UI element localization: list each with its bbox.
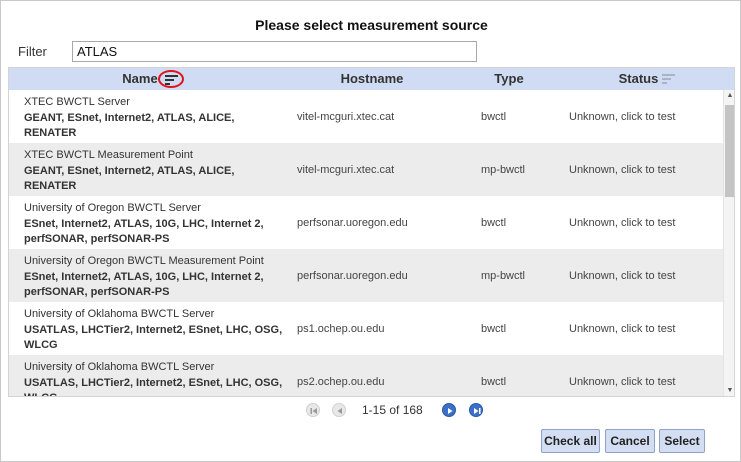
check-all-button[interactable]: Check all: [541, 429, 600, 453]
grid-rows: XTEC BWCTL Server GEANT, ESnet, Internet…: [9, 90, 723, 396]
grid-header: Name Hostname Type Status: [9, 68, 734, 90]
filter-label: Filter: [18, 44, 47, 59]
row-type: bwctl: [481, 376, 507, 388]
row-hostname: vitel-mcguri.xtec.cat: [297, 111, 395, 123]
table-row[interactable]: XTEC BWCTL Server GEANT, ESnet, Internet…: [9, 90, 723, 143]
page-info: 1-15 of 168: [362, 403, 423, 417]
row-name: University of Oregon BWCTL Measurement P…: [24, 255, 264, 267]
column-header-status-label: Status: [618, 71, 659, 86]
column-header-status[interactable]: Status: [571, 68, 723, 90]
last-page-icon[interactable]: [469, 403, 483, 417]
table-row[interactable]: XTEC BWCTL Measurement Point GEANT, ESne…: [9, 143, 723, 196]
row-tags: GEANT, ESnet, Internet2, ATLAS, ALICE, R…: [24, 165, 235, 192]
row-type: mp-bwctl: [481, 270, 526, 282]
row-tags: ESnet, Internet2, ATLAS, 10G, LHC, Inter…: [24, 271, 264, 298]
column-header-hostname[interactable]: Hostname: [297, 68, 447, 90]
row-status[interactable]: Unknown, click to test: [569, 270, 675, 282]
row-tags: GEANT, ESnet, Internet2, ATLAS, ALICE, R…: [24, 112, 235, 139]
row-type: bwctl: [481, 217, 507, 229]
column-header-name[interactable]: Name: [9, 68, 297, 90]
row-status[interactable]: Unknown, click to test: [569, 323, 675, 335]
scroll-thumb[interactable]: [725, 105, 734, 197]
row-name: XTEC BWCTL Measurement Point: [24, 149, 193, 161]
dialog-title: Please select measurement source: [255, 17, 488, 33]
next-page-icon[interactable]: [442, 403, 456, 417]
row-name: University of Oregon BWCTL Server: [24, 202, 201, 214]
first-page-icon[interactable]: [306, 403, 320, 417]
row-hostname: perfsonar.uoregon.edu: [297, 270, 408, 282]
source-grid: Name Hostname Type Status XTEC BWCTL Ser…: [8, 67, 735, 397]
column-header-type[interactable]: Type: [447, 68, 571, 90]
row-status[interactable]: Unknown, click to test: [569, 111, 675, 123]
scroll-down-arrow-icon[interactable]: ▼: [726, 387, 734, 395]
row-status[interactable]: Unknown, click to test: [569, 217, 675, 229]
row-hostname: perfsonar.uoregon.edu: [297, 217, 408, 229]
cancel-button[interactable]: Cancel: [605, 429, 655, 453]
row-hostname: ps2.ochep.ou.edu: [297, 376, 385, 388]
row-tags: ESnet, Internet2, ATLAS, 10G, LHC, Inter…: [24, 218, 264, 245]
row-name: University of Oklahoma BWCTL Server: [24, 361, 215, 373]
row-tags: USATLAS, LHCTier2, Internet2, ESnet, LHC…: [24, 377, 283, 396]
sort-icon-highlighted[interactable]: [157, 69, 184, 88]
row-status[interactable]: Unknown, click to test: [569, 376, 675, 388]
select-button[interactable]: Select: [659, 429, 705, 453]
row-tags: USATLAS, LHCTier2, Internet2, ESnet, LHC…: [24, 324, 283, 351]
table-row[interactable]: University of Oregon BWCTL Measurement P…: [9, 249, 723, 302]
row-type: bwctl: [481, 323, 507, 335]
filter-input[interactable]: [72, 41, 477, 62]
row-status[interactable]: Unknown, click to test: [569, 164, 675, 176]
row-type: mp-bwctl: [481, 164, 526, 176]
pager: 1-15 of 168: [1, 401, 741, 419]
row-name: XTEC BWCTL Server: [24, 96, 130, 108]
table-row[interactable]: University of Oregon BWCTL Server ESnet,…: [9, 196, 723, 249]
row-name: University of Oklahoma BWCTL Server: [24, 308, 215, 320]
scroll-up-arrow-icon[interactable]: ▲: [726, 92, 734, 100]
measurement-source-dialog: Please select measurement source Filter …: [0, 0, 741, 462]
vertical-scrollbar[interactable]: ▲ ▼: [723, 90, 734, 396]
sort-icon[interactable]: [662, 69, 676, 91]
prev-page-icon[interactable]: [332, 403, 346, 417]
table-row[interactable]: University of Oklahoma BWCTL Server USAT…: [9, 302, 723, 355]
column-header-name-label: Name: [122, 71, 158, 86]
row-type: bwctl: [481, 111, 507, 123]
row-hostname: vitel-mcguri.xtec.cat: [297, 164, 395, 176]
row-hostname: ps1.ochep.ou.edu: [297, 323, 385, 335]
table-row[interactable]: University of Oklahoma BWCTL Server USAT…: [9, 355, 723, 396]
